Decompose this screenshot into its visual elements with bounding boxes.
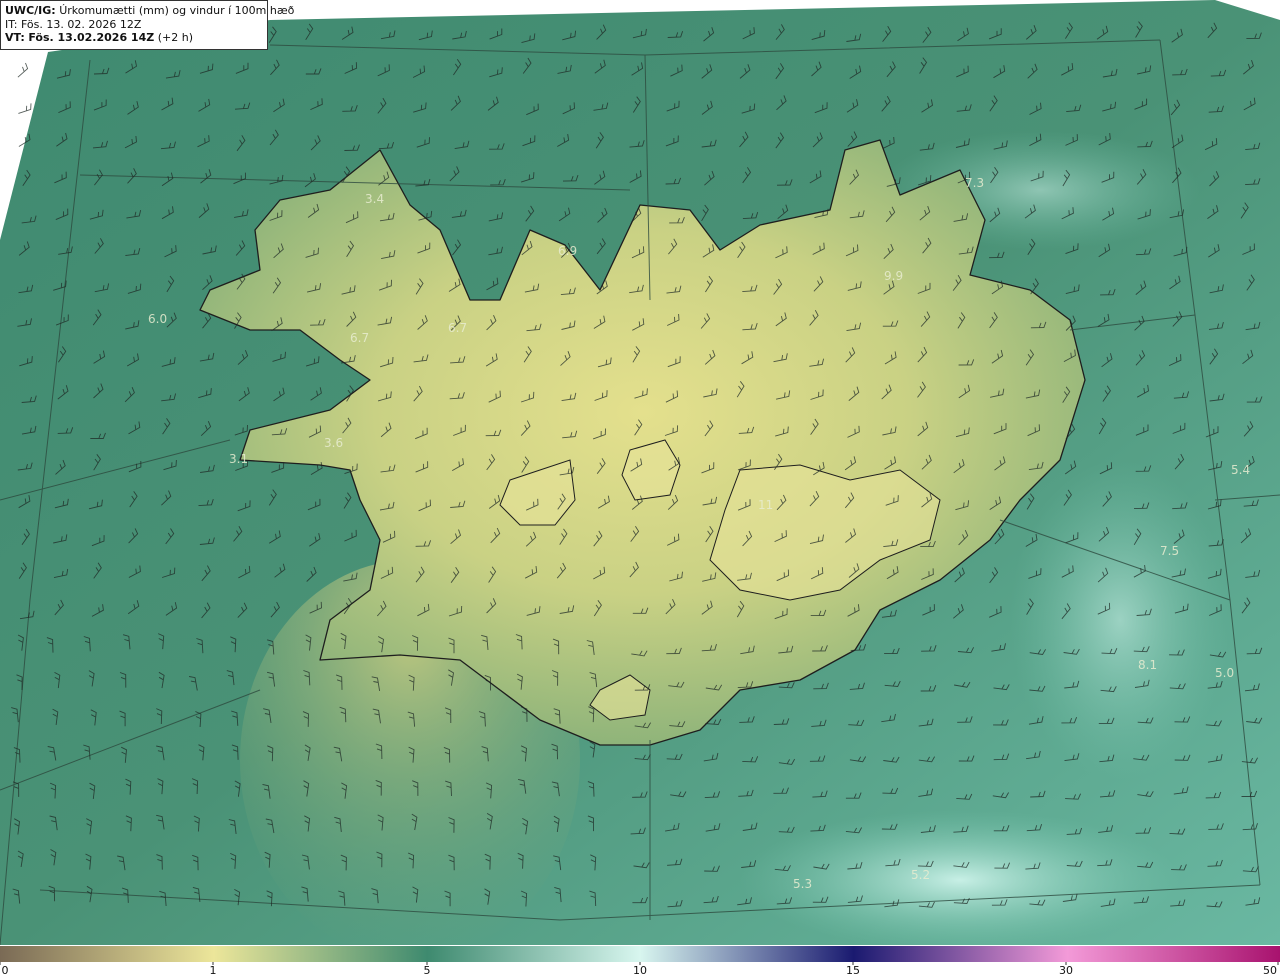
map-label: 9.9: [884, 269, 903, 283]
precipitation-map: 3.4 6.9 7.3 6.0 6.7 6.7 9.9 3.6 3.1 5.4 …: [0, 0, 1280, 945]
valid-time-label: VT:: [5, 31, 25, 44]
map-label: 6.7: [350, 331, 369, 345]
map-label: 11: [758, 498, 773, 512]
map-label: 6.7: [448, 321, 467, 335]
color-scale-tick-label: 5: [423, 964, 431, 977]
map-label: 5.4: [1231, 463, 1250, 477]
color-scale-tick-label: 1: [209, 964, 217, 977]
map-label: 3.4: [365, 192, 384, 206]
map-label: 5.2: [911, 868, 930, 882]
map-label: 8.1: [1138, 658, 1157, 672]
init-time-label: IT:: [5, 17, 18, 31]
init-time-row: IT: Fös. 13. 02. 2026 12Z: [5, 18, 263, 32]
map-label: 6.0: [148, 312, 167, 326]
map-label: 6.9: [558, 244, 577, 258]
model-name: UWC/IG:: [5, 4, 56, 17]
map-title: Úrkomumætti (mm) og vindur í 100m hæð: [59, 4, 295, 17]
color-scale-tick-label: 0: [1, 964, 9, 977]
map-label: 5.3: [793, 877, 812, 891]
valid-time-row: VT: Fös. 13.02.2026 14Z (+2 h): [5, 31, 263, 45]
map-label: 7.5: [1160, 544, 1179, 558]
color-scale-tick-label: 10: [633, 964, 647, 977]
color-scale-gradient: [0, 946, 1280, 962]
color-scale-tick-label: 30: [1059, 964, 1073, 977]
init-time-value: Fös. 13. 02. 2026 12Z: [20, 17, 142, 31]
color-scale-tick-label: 15: [846, 964, 860, 977]
map-label: 3.1: [229, 452, 248, 466]
valid-time-offset: (+2 h): [157, 31, 193, 44]
valid-time-value: Fös. 13.02.2026 14Z: [28, 31, 155, 44]
color-scale-tick-label: 50: [1263, 964, 1277, 977]
map-label: 3.6: [324, 436, 343, 450]
title-row: UWC/IG: Úrkomumætti (mm) og vindur í 100…: [5, 4, 294, 18]
map-label: 5.0: [1215, 666, 1234, 680]
map-label: 7.3: [965, 176, 984, 190]
map-info-box: UWC/IG: Úrkomumætti (mm) og vindur í 100…: [0, 0, 294, 50]
